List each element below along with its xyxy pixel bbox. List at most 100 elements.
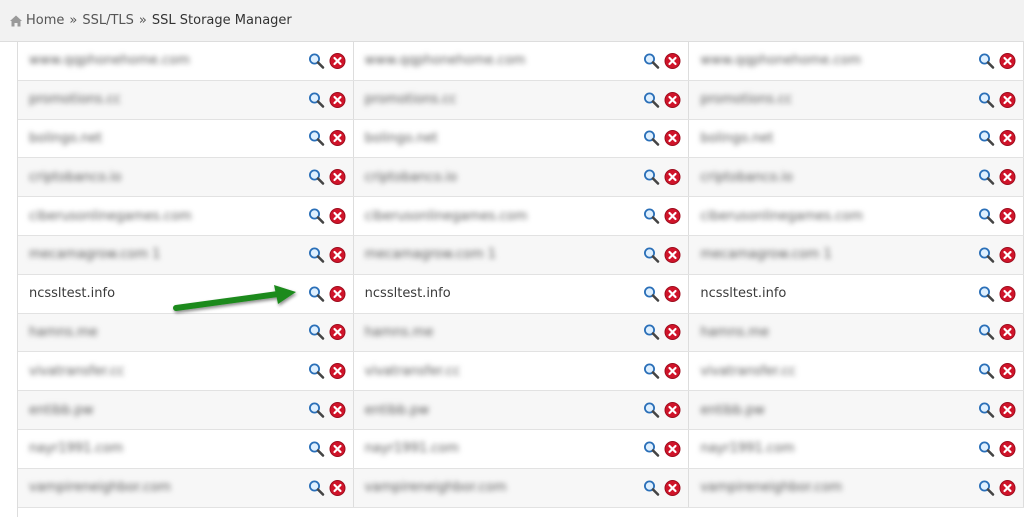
search-icon[interactable] [308,169,325,186]
search-icon[interactable] [643,246,660,263]
delete-x-icon[interactable] [999,363,1016,380]
delete-x-icon[interactable] [329,402,346,419]
search-icon[interactable] [978,324,995,341]
domain-label: ciberusonlinegames.com [700,208,863,224]
domain-label: criptobanco.io [700,169,793,185]
domain-label: entibb.pw [364,402,430,418]
search-icon[interactable] [643,440,660,457]
search-icon[interactable] [643,208,660,225]
search-icon[interactable] [978,285,995,302]
certificate-cell: hamns.me [354,313,690,352]
table-row: ncssltest.info ncssltest.info ncssltest.in… [18,274,1024,314]
certificate-cell: www.qqphonehome.com [689,42,1024,80]
search-icon[interactable] [308,130,325,147]
search-icon[interactable] [978,208,995,225]
delete-x-icon[interactable] [329,440,346,457]
delete-x-icon[interactable] [664,52,681,69]
cell-actions [308,208,346,225]
certificate-cell: bolingo.net [354,119,690,158]
search-icon[interactable] [643,91,660,108]
delete-x-icon[interactable] [329,479,346,496]
delete-x-icon[interactable] [999,91,1016,108]
search-icon[interactable] [978,479,995,496]
search-icon[interactable] [643,52,660,69]
domain-label: ncssltest.info [700,286,787,302]
delete-x-icon[interactable] [329,324,346,341]
cell-actions [308,130,346,147]
delete-x-icon[interactable] [664,130,681,147]
delete-x-icon[interactable] [329,91,346,108]
search-icon[interactable] [308,285,325,302]
search-icon[interactable] [978,52,995,69]
search-icon[interactable] [308,91,325,108]
delete-x-icon[interactable] [664,208,681,225]
cell-actions [308,91,346,108]
cell-actions [643,479,681,496]
delete-x-icon[interactable] [999,52,1016,69]
delete-x-icon[interactable] [999,324,1016,341]
domain-label: criptobanco.io [29,169,122,185]
breadcrumb-separator: » [69,13,78,28]
search-icon[interactable] [978,91,995,108]
search-icon[interactable] [643,169,660,186]
delete-x-icon[interactable] [329,208,346,225]
delete-x-icon[interactable] [999,130,1016,147]
domain-label: vivatransfer.cc [700,363,796,379]
search-icon[interactable] [643,324,660,341]
search-icon[interactable] [308,208,325,225]
search-icon[interactable] [978,246,995,263]
delete-x-icon[interactable] [329,130,346,147]
search-icon[interactable] [978,169,995,186]
search-icon[interactable] [308,479,325,496]
delete-x-icon[interactable] [664,285,681,302]
delete-x-icon[interactable] [664,91,681,108]
delete-x-icon[interactable] [999,479,1016,496]
certificate-cell: ncssltest.info [689,274,1024,313]
search-icon[interactable] [643,285,660,302]
search-icon[interactable] [643,363,660,380]
delete-x-icon[interactable] [664,363,681,380]
delete-x-icon[interactable] [664,169,681,186]
domain-label: mecamagrow.com 1 [364,247,497,263]
delete-x-icon[interactable] [329,52,346,69]
search-icon[interactable] [978,402,995,419]
delete-x-icon[interactable] [664,479,681,496]
delete-x-icon[interactable] [999,440,1016,457]
domain-label: promotions.cc [364,92,457,108]
search-icon[interactable] [308,440,325,457]
certificate-cell: entibb.pw [18,391,354,429]
search-icon[interactable] [643,479,660,496]
search-icon[interactable] [308,402,325,419]
delete-x-icon[interactable] [999,285,1016,302]
domain-label: www.qqphonehome.com [29,53,190,69]
domain-label: vivatransfer.cc [364,363,461,379]
delete-x-icon[interactable] [664,440,681,457]
delete-x-icon[interactable] [329,246,346,263]
delete-x-icon[interactable] [999,246,1016,263]
breadcrumb-home-link[interactable]: Home [26,13,64,28]
delete-x-icon[interactable] [329,285,346,302]
breadcrumb-ssl-tls-link[interactable]: SSL/TLS [82,13,134,28]
search-icon[interactable] [308,52,325,69]
delete-x-icon[interactable] [999,169,1016,186]
search-icon[interactable] [643,130,660,147]
search-icon[interactable] [978,130,995,147]
delete-x-icon[interactable] [664,402,681,419]
certificate-grid: www.qqphonehome.com www.qqphonehome.com ww… [17,42,1024,517]
search-icon[interactable] [978,440,995,457]
cell-actions [308,363,346,380]
search-icon[interactable] [308,324,325,341]
search-icon[interactable] [308,246,325,263]
search-icon[interactable] [643,402,660,419]
delete-x-icon[interactable] [664,324,681,341]
cell-actions [978,246,1016,263]
certificate-cell: vivatransfer.cc [354,352,690,391]
delete-x-icon[interactable] [999,402,1016,419]
delete-x-icon[interactable] [664,246,681,263]
search-icon[interactable] [308,363,325,380]
delete-x-icon[interactable] [329,363,346,380]
search-icon[interactable] [978,363,995,380]
delete-x-icon[interactable] [329,169,346,186]
breadcrumb: Home » SSL/TLS » SSL Storage Manager [0,0,1024,42]
delete-x-icon[interactable] [999,208,1016,225]
